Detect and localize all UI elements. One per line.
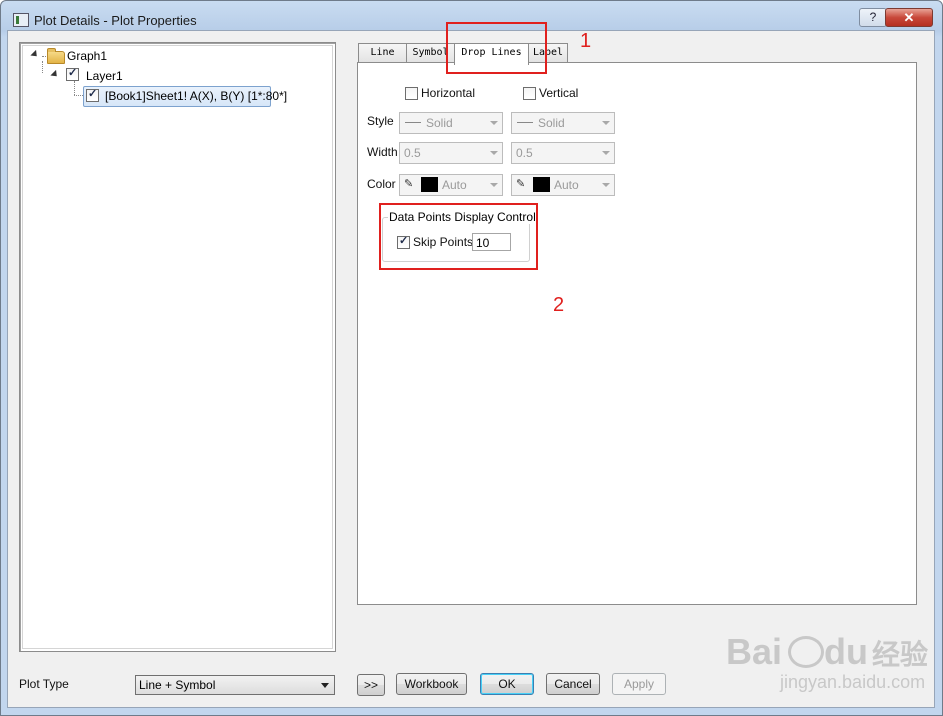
close-button[interactable]: ✕ <box>885 8 933 27</box>
watermark-brand2: du <box>824 631 869 672</box>
tree-connector <box>74 95 83 96</box>
tree-node-plot[interactable]: [Book1]Sheet1! A(X), B(Y) [1*:80*] <box>105 87 287 105</box>
help-button[interactable]: ? <box>859 8 887 27</box>
annotation-marker-2: 2 <box>553 294 565 316</box>
tab-line[interactable]: Line <box>358 43 407 62</box>
width-vertical-value: 0.5 <box>516 146 533 160</box>
layer-checkbox[interactable] <box>66 66 79 81</box>
tree-connector <box>74 81 75 95</box>
tab-drop-lines[interactable]: Drop Lines <box>454 43 529 65</box>
dropdown-arrow-icon <box>602 183 610 187</box>
apply-button[interactable]: Apply <box>612 673 666 695</box>
watermark-brand-cn: 经验 <box>872 639 929 670</box>
tree-connector <box>42 61 43 73</box>
plot-tree-panel[interactable] <box>19 42 336 652</box>
paw-icon <box>782 636 825 670</box>
color-horizontal-value: Auto <box>442 178 467 192</box>
width-horizontal-combo[interactable]: 0.5 <box>399 142 503 164</box>
horizontal-checkbox[interactable] <box>405 87 418 100</box>
style-vertical-combo[interactable]: Solid <box>511 112 615 134</box>
plot-type-select[interactable]: Line + Symbol <box>135 675 335 695</box>
color-label: Color <box>367 177 396 191</box>
dropdown-arrow-icon <box>602 151 610 155</box>
cancel-button[interactable]: Cancel <box>546 673 600 695</box>
dropdown-arrow-icon <box>490 121 498 125</box>
plot-checkbox[interactable] <box>86 87 99 102</box>
workbook-button[interactable]: Workbook <box>396 673 467 695</box>
style-vertical-value: Solid <box>538 116 565 130</box>
vertical-label: Vertical <box>539 86 579 100</box>
watermark-url: jingyan.baidu.com <box>780 672 926 692</box>
folder-icon <box>47 48 65 64</box>
width-label: Width <box>367 145 398 159</box>
dropdown-arrow-icon <box>602 121 610 125</box>
watermark-brand: Bai <box>726 631 783 672</box>
plot-type-label: Plot Type <box>19 677 69 691</box>
expand-button[interactable]: >> <box>357 674 385 696</box>
dropdown-arrow-icon <box>321 683 329 688</box>
watermark-logo: Bai du 经验 <box>726 630 928 673</box>
app-icon <box>13 13 29 27</box>
color-swatch <box>421 177 438 192</box>
color-vertical-combo[interactable]: ✎ Auto <box>511 174 615 196</box>
line-sample-icon <box>517 122 533 123</box>
dropdown-arrow-icon <box>490 183 498 187</box>
tree-inner-border <box>22 45 333 649</box>
horizontal-label: Horizontal <box>421 86 476 100</box>
ok-button[interactable]: OK <box>480 673 534 695</box>
tree-node-layer[interactable]: Layer1 <box>86 67 123 85</box>
tree-node-graph[interactable]: Graph1 <box>67 47 107 65</box>
line-sample-icon <box>405 122 421 123</box>
color-swatch <box>533 177 550 192</box>
vertical-checkbox[interactable] <box>523 87 536 100</box>
width-vertical-combo[interactable]: 0.5 <box>511 142 615 164</box>
pencil-icon[interactable]: ✎ <box>404 177 413 190</box>
width-horizontal-value: 0.5 <box>404 146 421 160</box>
annotation-marker-1: 1 <box>580 30 592 52</box>
plot-type-value: Line + Symbol <box>139 678 216 692</box>
color-vertical-value: Auto <box>554 178 579 192</box>
annotation-box-2 <box>379 203 538 270</box>
style-horizontal-combo[interactable]: Solid <box>399 112 503 134</box>
style-label: Style <box>367 114 394 128</box>
color-horizontal-combo[interactable]: ✎ Auto <box>399 174 503 196</box>
style-horizontal-value: Solid <box>426 116 453 130</box>
pencil-icon[interactable]: ✎ <box>516 177 525 190</box>
window-title: Plot Details - Plot Properties <box>34 13 197 28</box>
dropdown-arrow-icon <box>490 151 498 155</box>
